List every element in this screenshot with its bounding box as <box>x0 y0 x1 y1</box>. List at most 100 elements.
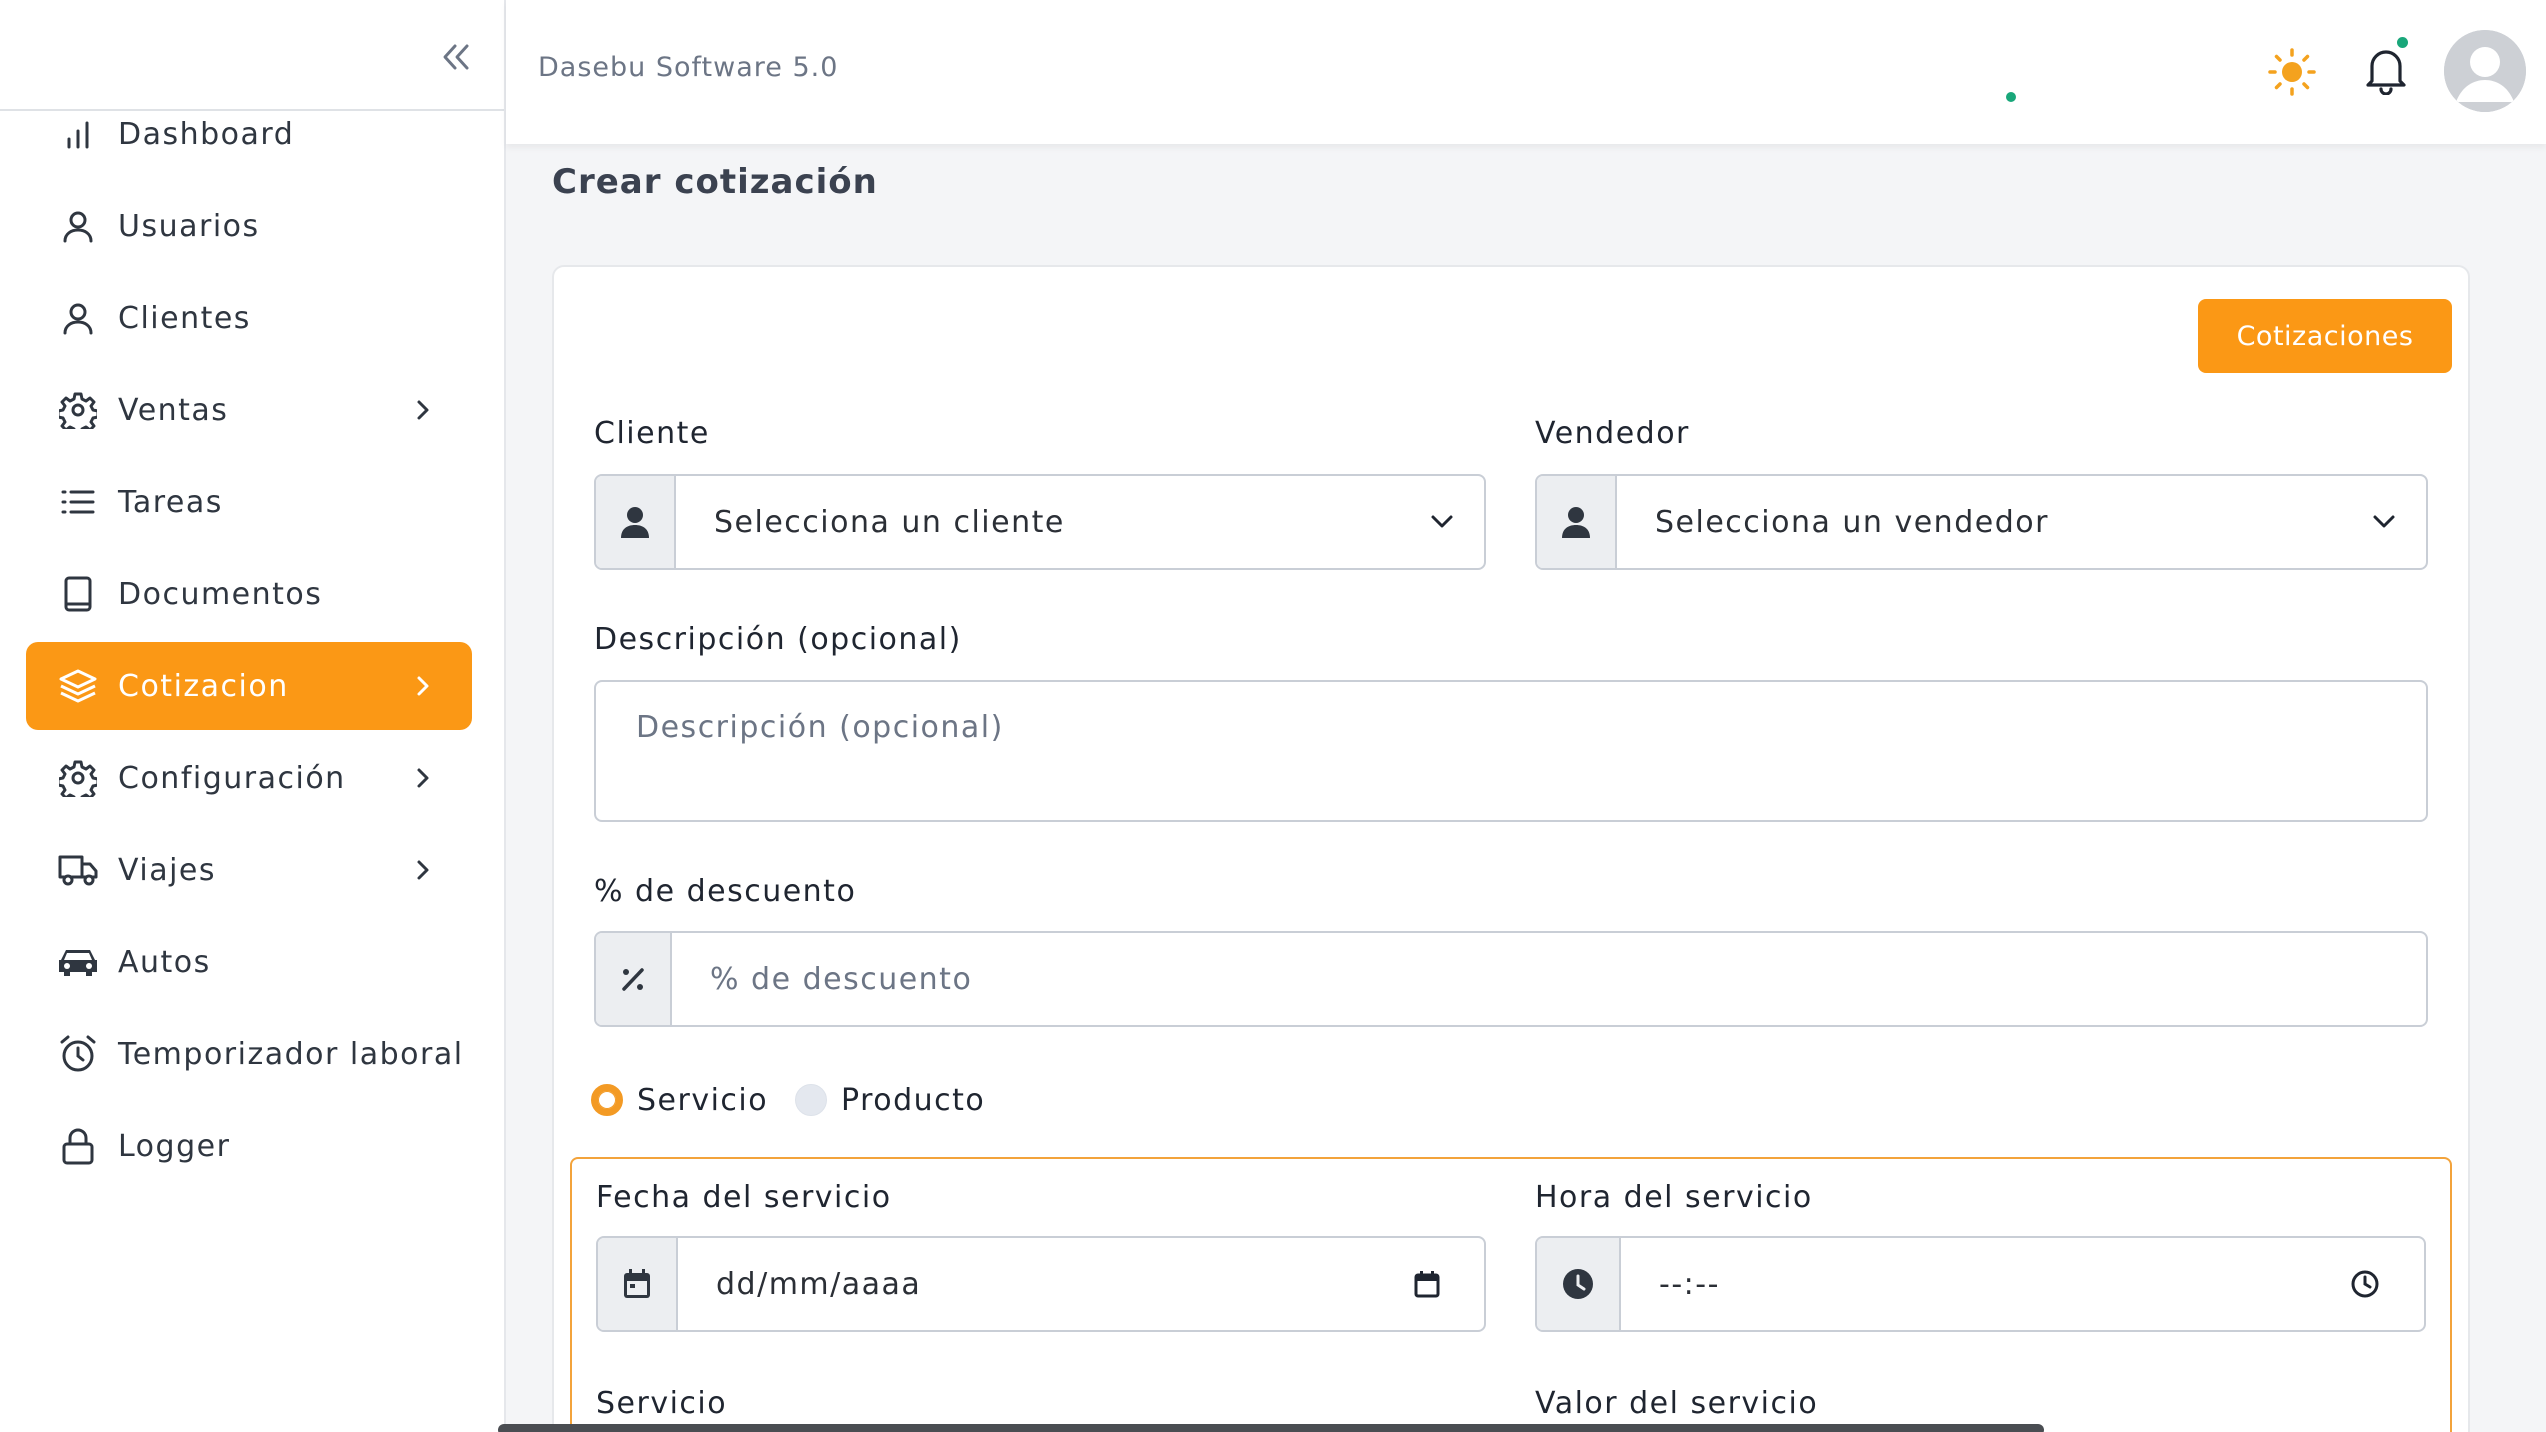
descuento-placeholder: % de descuento <box>710 961 973 997</box>
user-addon <box>596 476 676 568</box>
chevron-right-icon <box>408 855 438 885</box>
sidebar-item-logger[interactable]: Logger <box>26 1102 472 1190</box>
calendar-addon <box>598 1238 678 1330</box>
sun-icon <box>2268 48 2316 96</box>
sidebar-item-label: Clientes <box>118 300 251 336</box>
user-icon <box>56 204 100 248</box>
notifications-button[interactable] <box>2358 42 2414 98</box>
sidebar-item-usuarios[interactable]: Usuarios <box>26 182 472 270</box>
vendedor-select[interactable]: Selecciona un vendedor <box>1535 474 2428 570</box>
clock-icon <box>1563 1269 1593 1299</box>
radio-unchecked-indicator <box>795 1084 827 1116</box>
online-status-indicator <box>2004 90 2018 104</box>
alarm-clock-icon <box>56 1032 100 1076</box>
double-chevron-left-icon <box>443 44 469 70</box>
sidebar-item-label: Autos <box>118 944 211 980</box>
book-icon <box>56 572 100 616</box>
percent-addon <box>596 933 672 1025</box>
cliente-label: Cliente <box>594 416 710 451</box>
gear-icon <box>56 388 100 432</box>
chevron-right-icon <box>408 763 438 793</box>
sidebar: Dashboard Usuarios Clientes Ventas Tarea… <box>0 0 506 1432</box>
cotizaciones-button[interactable]: Cotizaciones <box>2198 299 2452 373</box>
sidebar-item-label: Logger <box>118 1128 231 1164</box>
user-icon <box>621 507 649 538</box>
gear-icon <box>56 756 100 800</box>
sidebar-item-viajes[interactable]: Viajes <box>26 826 472 914</box>
fecha-servicio-value: dd/mm/aaaa <box>678 1238 1484 1330</box>
fecha-servicio-placeholder: dd/mm/aaaa <box>716 1266 922 1302</box>
sidebar-item-label: Usuarios <box>118 208 260 244</box>
sidebar-item-autos[interactable]: Autos <box>26 918 472 1006</box>
radio-checked-indicator <box>591 1084 623 1116</box>
radio-servicio[interactable]: Servicio <box>591 1080 768 1120</box>
descripcion-placeholder: Descripción (opcional) <box>636 710 1004 745</box>
descuento-label: % de descuento <box>594 874 857 909</box>
user-avatar-icon <box>2444 30 2526 112</box>
sidebar-item-temporizador-laboral[interactable]: Temporizador laboral <box>26 1010 472 1098</box>
app-title: Dasebu Software 5.0 <box>538 52 839 83</box>
notification-indicator <box>2397 37 2408 48</box>
valor-servicio-label: Valor del servicio <box>1535 1386 1819 1421</box>
vendedor-label: Vendedor <box>1535 416 1690 451</box>
descripcion-textarea[interactable]: Descripción (opcional) <box>594 680 2428 822</box>
percent-icon <box>622 968 644 991</box>
time-picker-icon[interactable] <box>2350 1269 2380 1299</box>
user-icon <box>1562 507 1590 538</box>
servicio-label: Servicio <box>596 1386 728 1421</box>
calendar-icon <box>624 1269 650 1298</box>
horizontal-scrollbar[interactable] <box>498 1424 2044 1432</box>
hora-servicio-label: Hora del servicio <box>1535 1180 1813 1215</box>
sidebar-item-label: Tareas <box>118 484 223 520</box>
bar-chart-icon <box>56 112 100 156</box>
top-header: Dasebu Software 5.0 <box>506 0 2546 144</box>
chevron-right-icon <box>408 671 438 701</box>
layers-icon <box>56 664 100 708</box>
sidebar-item-cotizacion[interactable]: Cotizacion <box>26 642 472 730</box>
page-title: Crear cotización <box>552 162 878 202</box>
hora-servicio-value: --:-- <box>1621 1238 2424 1330</box>
calendar-picker-icon[interactable] <box>1414 1270 1440 1298</box>
vendedor-select-value: Selecciona un vendedor <box>1617 476 2426 568</box>
sidebar-item-label: Dashboard <box>118 116 295 152</box>
fecha-servicio-input[interactable]: dd/mm/aaaa <box>596 1236 1486 1332</box>
vendedor-selected-text: Selecciona un vendedor <box>1655 504 2049 540</box>
sidebar-item-label: Cotizacion <box>118 668 289 704</box>
radio-servicio-label: Servicio <box>637 1082 769 1118</box>
sidebar-item-clientes[interactable]: Clientes <box>26 274 472 362</box>
user-icon <box>56 296 100 340</box>
descripcion-label: Descripción (opcional) <box>594 622 962 657</box>
collapse-sidebar-button[interactable] <box>434 38 478 76</box>
sidebar-item-dashboard[interactable]: Dashboard <box>26 90 472 178</box>
chevron-right-icon <box>408 395 438 425</box>
theme-toggle-button[interactable] <box>2264 44 2320 100</box>
sidebar-item-tareas[interactable]: Tareas <box>26 458 472 546</box>
hora-servicio-placeholder: --:-- <box>1659 1266 1720 1302</box>
list-icon <box>56 480 100 524</box>
truck-icon <box>56 848 100 892</box>
sidebar-item-configuracion[interactable]: Configuración <box>26 734 472 822</box>
chevron-down-icon <box>1430 514 1454 530</box>
cliente-select[interactable]: Selecciona un cliente <box>594 474 1486 570</box>
sidebar-item-label: Configuración <box>118 760 346 796</box>
cliente-selected-text: Selecciona un cliente <box>714 504 1065 540</box>
car-icon <box>56 940 100 984</box>
bell-icon <box>2366 50 2406 95</box>
radio-producto-label: Producto <box>841 1082 986 1118</box>
sidebar-item-label: Documentos <box>118 576 323 612</box>
lock-icon <box>56 1124 100 1168</box>
radio-producto[interactable]: Producto <box>795 1080 985 1120</box>
fecha-servicio-label: Fecha del servicio <box>596 1180 892 1215</box>
sidebar-item-label: Ventas <box>118 392 229 428</box>
clock-addon <box>1537 1238 1621 1330</box>
chevron-down-icon <box>2372 514 2396 530</box>
cliente-select-value: Selecciona un cliente <box>676 476 1484 568</box>
sidebar-item-ventas[interactable]: Ventas <box>26 366 472 454</box>
descuento-input[interactable]: % de descuento <box>594 931 2428 1027</box>
user-addon <box>1537 476 1617 568</box>
hora-servicio-input[interactable]: --:-- <box>1535 1236 2426 1332</box>
sidebar-item-documentos[interactable]: Documentos <box>26 550 472 638</box>
sidebar-item-label: Temporizador laboral <box>118 1036 464 1072</box>
avatar[interactable] <box>2444 30 2526 112</box>
sidebar-item-label: Viajes <box>118 852 217 888</box>
